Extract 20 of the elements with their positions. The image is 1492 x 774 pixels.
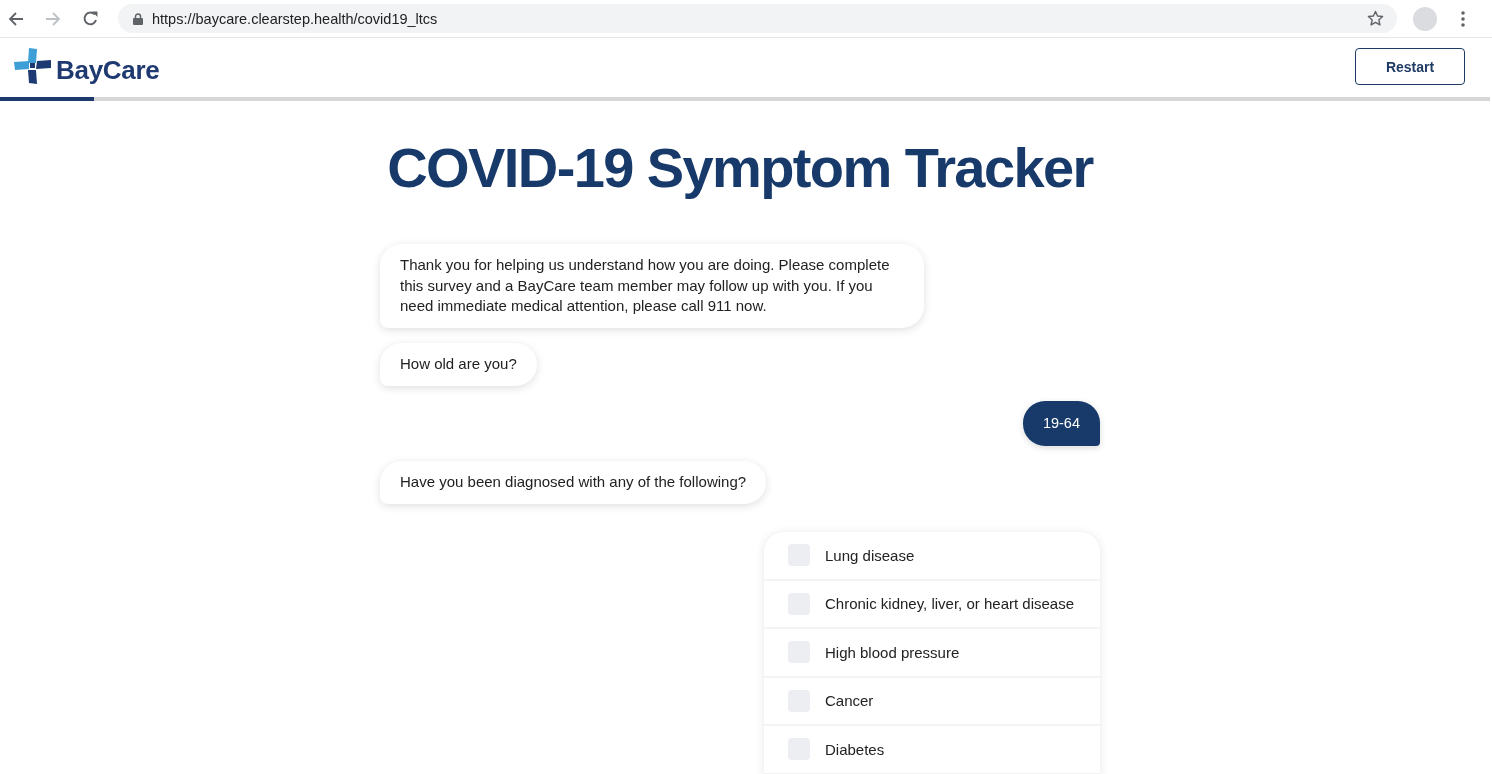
more-menu-icon[interactable] — [1461, 10, 1465, 27]
option-item[interactable]: High blood pressure — [764, 629, 1100, 678]
brand-name: BayCare — [56, 54, 160, 86]
back-arrow-icon[interactable] — [8, 10, 24, 27]
user-message: 19-64 — [1022, 401, 1100, 446]
restart-button[interactable]: Restart — [1355, 48, 1465, 85]
avatar-icon[interactable] — [1413, 6, 1437, 31]
page-title: COVID-19 Symptom Tracker — [387, 135, 1093, 201]
bot-message: Have you been diagnosed with any of the following? — [380, 461, 767, 504]
reload-icon[interactable] — [82, 10, 99, 27]
option-item[interactable]: Cancer — [764, 677, 1100, 726]
star-icon[interactable] — [1367, 10, 1384, 27]
bot-message: Thank you for helping us understand how you are doing. Please complete this survey and a BayCare team member may follow up with you. If you need immediate medical attention, please call 911 now. — [380, 244, 924, 328]
option-item[interactable]: Chronic kidney, liver, or heart disease — [764, 580, 1100, 629]
cross-logo-icon — [13, 45, 53, 86]
lock-icon — [133, 12, 143, 25]
option-item[interactable]: Diabetes — [764, 726, 1100, 774]
address-bar[interactable]: https://baycare.clearstep.health/covid19_ltcs — [118, 4, 1397, 33]
bot-message: How old are you? — [380, 343, 537, 386]
option-item[interactable]: Lung disease — [764, 532, 1100, 581]
